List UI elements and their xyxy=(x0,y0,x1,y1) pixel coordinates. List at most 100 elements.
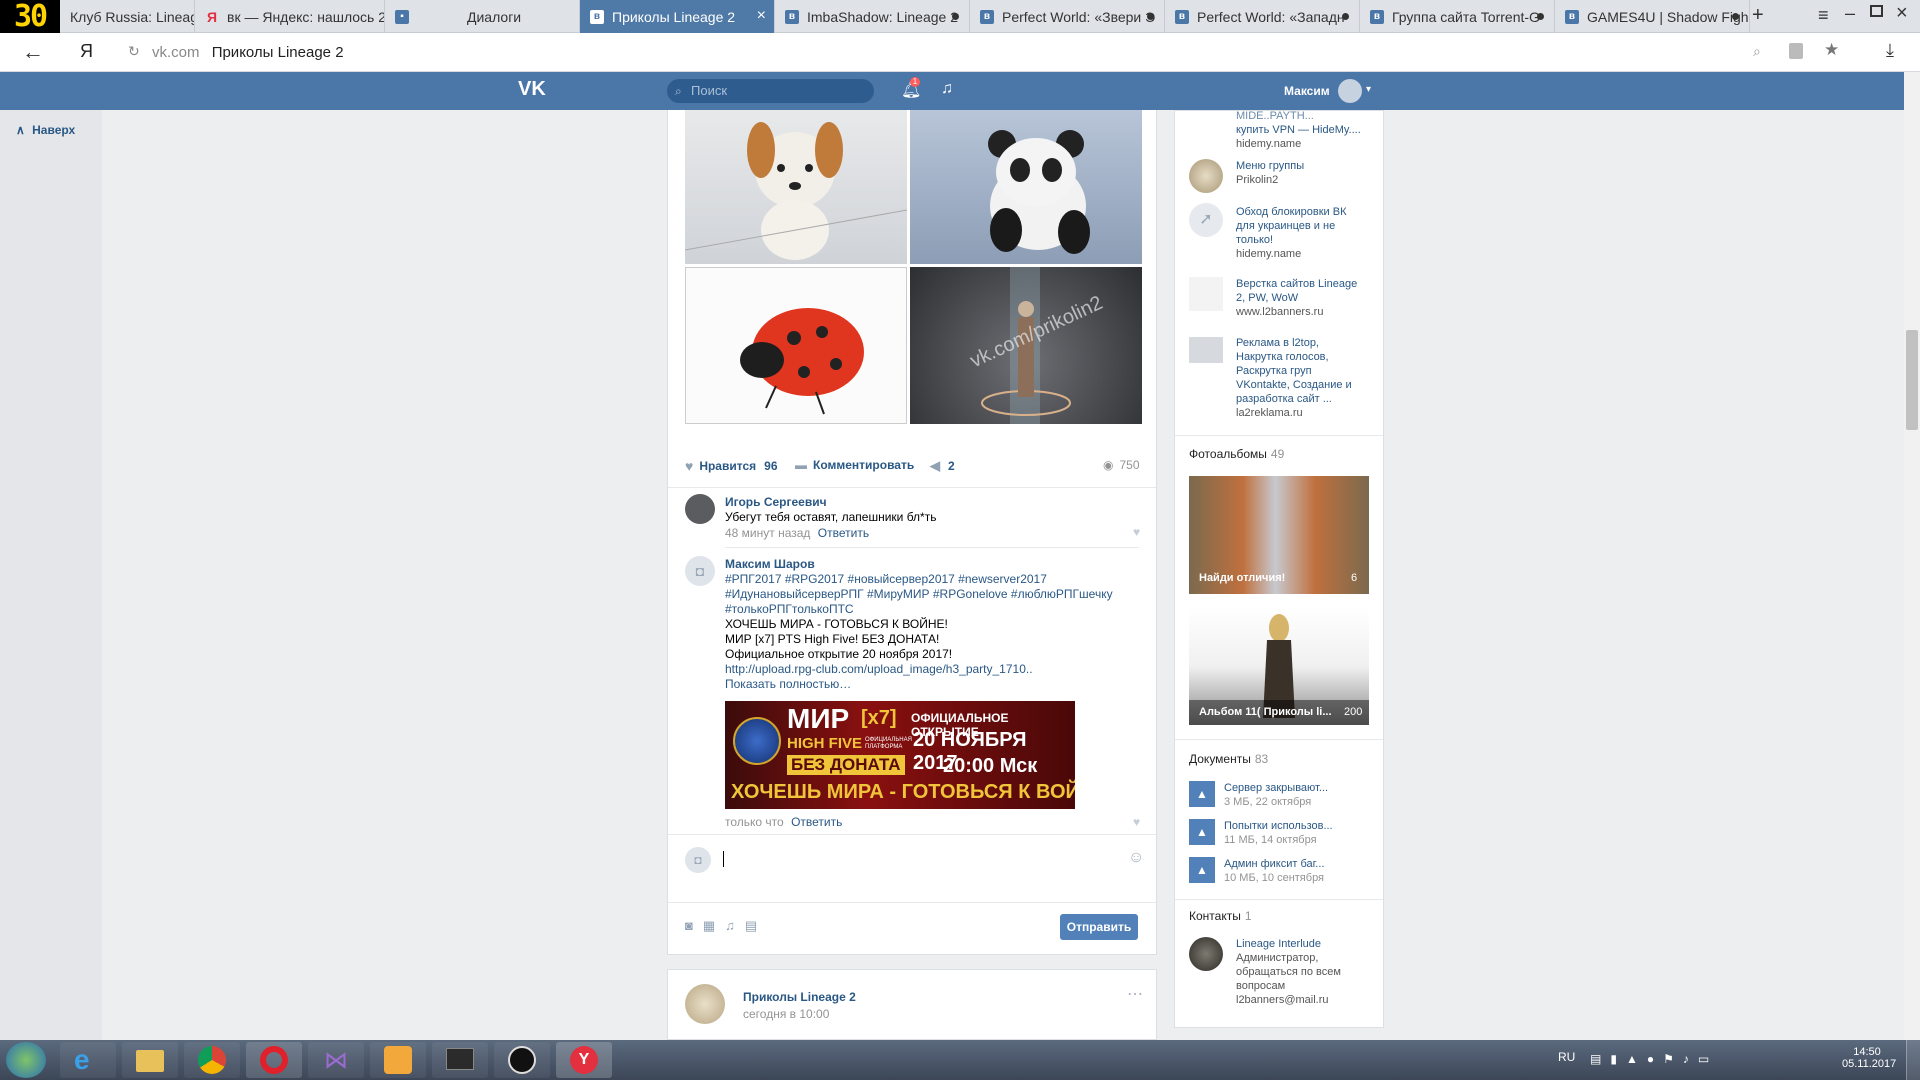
explorer-taskbar-icon[interactable] xyxy=(122,1042,178,1078)
download-icon[interactable]: ⤓ xyxy=(1886,40,1894,61)
camera-icon[interactable]: ◙ xyxy=(685,918,693,934)
image-doc-icon[interactable]: ▲ xyxy=(1189,781,1215,807)
contacts-header[interactable]: Контакты 1 xyxy=(1189,909,1252,923)
menu-icon[interactable]: ≡ xyxy=(1818,5,1829,26)
minimize-button[interactable]: – xyxy=(1845,3,1855,24)
heart-icon[interactable]: ♥ xyxy=(1133,525,1140,539)
tab-2[interactable]: Я вк — Яндекс: нашлось 24 xyxy=(195,0,385,33)
bookmark-star-icon[interactable]: ★ xyxy=(1824,40,1839,60)
close-tab-icon[interactable]: × xyxy=(757,7,766,25)
show-more-link[interactable]: Показать полностью… xyxy=(725,677,851,692)
document-item[interactable]: Сервер закрывают... 3 МБ, 22 октября xyxy=(1224,781,1369,809)
scrollbar-thumb[interactable] xyxy=(1906,330,1918,430)
game-taskbar-icon[interactable] xyxy=(432,1042,488,1078)
clock[interactable]: 14:50 05.11.2017 xyxy=(1842,1046,1896,1070)
tab-1[interactable]: Клуб Russia: Lineage2 xyxy=(60,0,195,33)
documents-header[interactable]: Документы 83 xyxy=(1189,752,1268,766)
comment-button[interactable]: ▬ Комментировать xyxy=(795,458,914,472)
avatar[interactable] xyxy=(1189,159,1223,193)
group-avatar[interactable] xyxy=(685,984,725,1024)
ad-item[interactable]: Обход блокировки ВК для украинцев и не т… xyxy=(1236,205,1366,261)
promo-banner[interactable]: МИР [x7] ОФИЦИАЛЬНОЕ ОТКРЫТИЕ HIGH FIVE … xyxy=(725,701,1075,809)
heart-icon[interactable]: ♥ xyxy=(1133,815,1140,829)
new-tab-button[interactable]: + xyxy=(1752,4,1764,27)
tab-7[interactable]: в Perfect World: «Западн xyxy=(1165,0,1360,33)
music-icon[interactable]: ♫ xyxy=(941,80,953,98)
comment-author[interactable]: Игорь Сергеевич xyxy=(725,495,827,509)
protect-icon[interactable] xyxy=(1789,43,1803,59)
volume-icon[interactable]: ♪ xyxy=(1683,1052,1689,1066)
search-icon[interactable]: ⌕ xyxy=(1753,43,1761,60)
reply-link[interactable]: Ответить xyxy=(818,526,869,540)
reload-icon[interactable]: ↻ xyxy=(128,43,140,60)
vs-taskbar-icon[interactable]: ⋈ xyxy=(308,1042,364,1078)
ad-item[interactable]: MIDE..PAYTH... купить VPN — HideMy.... h… xyxy=(1236,109,1366,151)
yandex-logo-icon[interactable]: Я xyxy=(80,41,93,62)
battery-icon[interactable]: ▭ xyxy=(1698,1052,1709,1066)
document-icon[interactable]: ▤ xyxy=(745,918,757,934)
media-taskbar-icon[interactable] xyxy=(370,1042,426,1078)
hashtags[interactable]: #толькоРПГтолькоПТС xyxy=(725,602,854,617)
ad-item[interactable]: Верстка сайтов Lineage 2, PW, WoW www.l2… xyxy=(1236,277,1366,319)
url-field[interactable]: vk.com Приколы Lineage 2 xyxy=(152,44,344,61)
ad-item[interactable]: Реклама в l2top, Накрутка голосов, Раскр… xyxy=(1236,336,1366,420)
ladybug-photo[interactable] xyxy=(685,267,907,424)
page-scrollbar[interactable] xyxy=(1904,72,1920,1040)
tab-6[interactable]: в Perfect World: «Звери Э xyxy=(970,0,1165,33)
more-options-icon[interactable]: ⋯ xyxy=(1127,984,1143,1004)
show-desktop-button[interactable] xyxy=(1906,1040,1920,1080)
avatar[interactable] xyxy=(1338,79,1362,103)
arrow-icon[interactable]: ➚ xyxy=(1189,203,1223,237)
language-indicator[interactable]: RU xyxy=(1558,1050,1575,1064)
panda-photo[interactable] xyxy=(910,110,1142,264)
contact-avatar[interactable] xyxy=(1189,937,1223,971)
network-icon[interactable]: ▮ xyxy=(1610,1052,1617,1066)
image-doc-icon[interactable]: ▲ xyxy=(1189,857,1215,883)
close-window-button[interactable]: × xyxy=(1896,2,1908,25)
ad-image[interactable] xyxy=(1189,277,1223,311)
search-input[interactable]: ⌕ Поиск xyxy=(667,79,874,103)
tab-9[interactable]: в GAMES4U | Shadow Figh xyxy=(1555,0,1750,33)
tab-8[interactable]: в Группа сайта Torrent-G xyxy=(1360,0,1555,33)
post-author[interactable]: Приколы Lineage 2 xyxy=(743,990,856,1004)
flag-icon[interactable]: ⚑ xyxy=(1663,1052,1674,1066)
steam-icon[interactable]: ● xyxy=(1647,1052,1654,1066)
send-button[interactable]: Отправить xyxy=(1060,914,1138,940)
music-icon[interactable]: ♫ xyxy=(725,918,735,934)
albums-header[interactable]: Фотоальбомы 49 xyxy=(1189,447,1284,461)
chrome-taskbar-icon[interactable] xyxy=(184,1042,240,1078)
tab-5[interactable]: в ImbaShadow: Lineage 2 xyxy=(775,0,970,33)
ie-taskbar-icon[interactable]: e xyxy=(60,1042,116,1078)
maximize-button[interactable] xyxy=(1870,5,1883,17)
back-arrow-icon[interactable]: ← xyxy=(22,39,44,65)
contact-item[interactable]: Lineage Interlude Администратор, обращат… xyxy=(1236,937,1371,1007)
signal-icon[interactable]: ▲ xyxy=(1626,1052,1638,1066)
chevron-down-icon[interactable]: ▾ xyxy=(1366,84,1371,95)
document-item[interactable]: Админ фиксит баг... 10 МБ, 10 сентября xyxy=(1224,857,1369,885)
share-button[interactable]: ◀ 2 xyxy=(930,458,955,474)
ad-item[interactable]: Меню группы Prikolin2 xyxy=(1236,159,1366,187)
hashtags[interactable]: #ИдунановыйсерверРПГ #МируМИР #RPGonelov… xyxy=(725,587,1113,602)
album-cover[interactable]: Альбом 11( Приколы li... 200 xyxy=(1189,608,1369,725)
puppy-photo[interactable] xyxy=(685,110,907,264)
hashtags[interactable]: #РПГ2017 #RPG2017 #новыйсервер2017 #news… xyxy=(725,572,1047,587)
scroll-up-link[interactable]: ∧ Наверх xyxy=(16,123,75,137)
tab-3[interactable]: ▪ Диалоги xyxy=(385,0,580,33)
ad-image[interactable] xyxy=(1189,337,1223,363)
app-taskbar-icon[interactable] xyxy=(494,1042,550,1078)
post-time[interactable]: сегодня в 10:00 xyxy=(743,1007,829,1021)
url-link[interactable]: http://upload.rpg-club.com/upload_image/… xyxy=(725,662,1033,677)
image-doc-icon[interactable]: ▲ xyxy=(1189,819,1215,845)
lineage-photo[interactable]: vk.com/prikolin2 xyxy=(910,267,1142,424)
document-item[interactable]: Попытки использов... 11 МБ, 14 октября xyxy=(1224,819,1369,847)
like-button[interactable]: ♥ Нравится 96 xyxy=(685,458,778,474)
comment-input[interactable] xyxy=(723,848,1093,870)
video-icon[interactable]: ▦ xyxy=(703,918,715,934)
user-name[interactable]: Максим xyxy=(1284,84,1330,98)
comment-author[interactable]: Максим Шаров xyxy=(725,557,815,571)
reply-link[interactable]: Ответить xyxy=(791,815,842,829)
camera-avatar-icon[interactable]: ◘ xyxy=(685,556,715,586)
opera-taskbar-icon[interactable] xyxy=(246,1042,302,1078)
yandex-taskbar-icon[interactable]: Y xyxy=(556,1042,612,1078)
vk-logo-icon[interactable]: VK xyxy=(518,78,546,101)
